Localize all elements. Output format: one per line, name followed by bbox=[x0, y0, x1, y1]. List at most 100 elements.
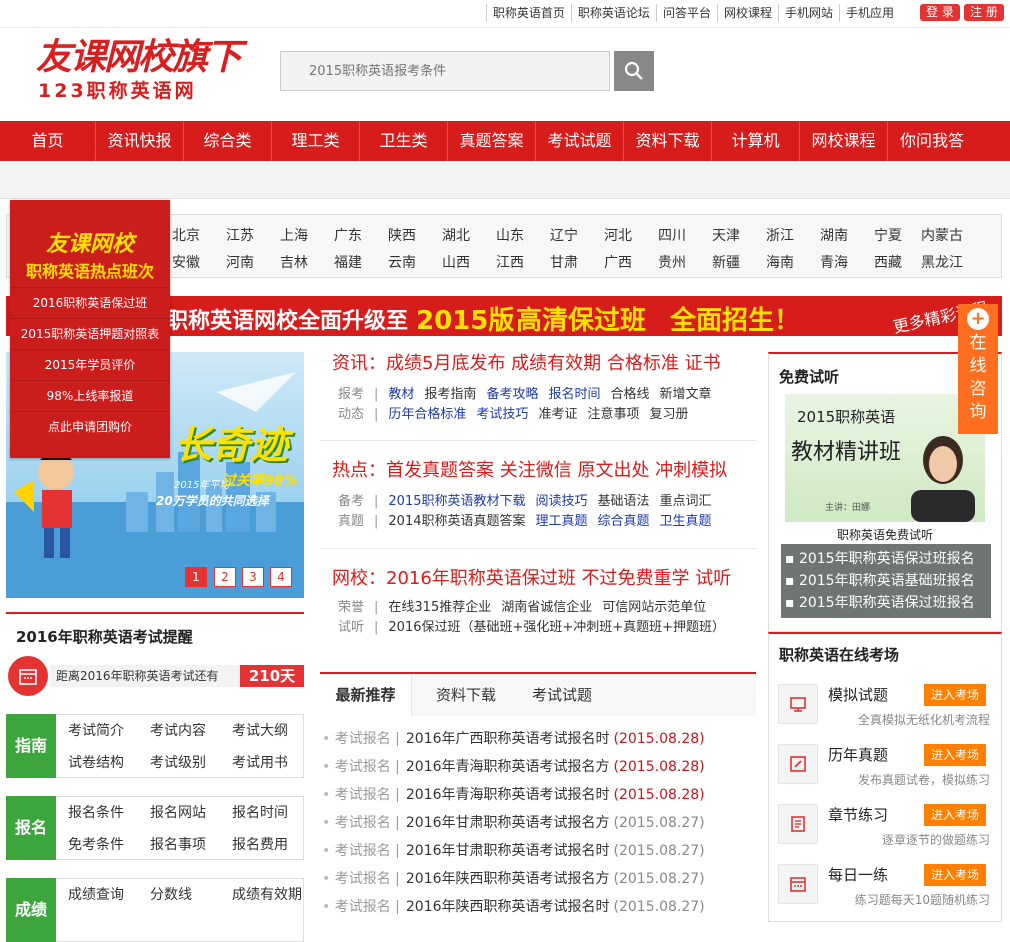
list-item-title[interactable]: 2016年甘肃职称英语考试报名时 bbox=[406, 843, 610, 859]
region-link[interactable]: 海南 bbox=[753, 252, 807, 272]
guide-link[interactable]: 考试用书 bbox=[232, 752, 288, 772]
guide-link[interactable]: 考试级别 bbox=[150, 752, 206, 772]
list-item-title[interactable]: 2016年青海职称英语考试报名时 bbox=[406, 787, 610, 803]
guide-link[interactable]: 考试简介 bbox=[68, 720, 124, 740]
region-link[interactable]: 云南 bbox=[375, 252, 429, 272]
region-link[interactable]: 新疆 bbox=[699, 252, 753, 272]
exam-item-title[interactable]: 模拟试题 bbox=[828, 684, 888, 705]
region-link[interactable]: 河南 bbox=[213, 252, 267, 272]
region-link[interactable]: 浙江 bbox=[753, 225, 807, 245]
list-item[interactable]: • 考试报名 | 2016年广西职称英语考试报名时 (2015.08.28) bbox=[322, 725, 752, 753]
region-link[interactable]: 湖北 bbox=[429, 225, 483, 245]
news-tag-link[interactable]: 合格线 bbox=[610, 385, 649, 405]
news-tag-link[interactable]: 基础语法 bbox=[598, 492, 650, 512]
region-link[interactable]: 上海 bbox=[267, 225, 321, 245]
list-item[interactable]: • 考试报名 | 2016年陕西职称英语考试报名时 (2015.08.27) bbox=[322, 893, 752, 921]
top-link-qa[interactable]: 问答平台 bbox=[655, 4, 717, 22]
tab-downloads[interactable]: 资料下载 bbox=[436, 674, 496, 716]
popup-item[interactable]: 2016职称英语保过班 bbox=[10, 287, 170, 318]
list-item[interactable]: • 考试报名 | 2016年青海职称英语考试报名方 (2015.08.28) bbox=[322, 753, 752, 781]
guide-link[interactable]: 报名时间 bbox=[232, 802, 288, 822]
nav-item-computer[interactable]: 计算机 bbox=[712, 121, 800, 161]
tab-exams[interactable]: 考试试题 bbox=[532, 674, 592, 716]
region-link[interactable]: 湖南 bbox=[807, 225, 861, 245]
guide-link[interactable]: 免考条件 bbox=[68, 834, 124, 854]
news-tag-link[interactable]: 湖南省诚信企业 bbox=[501, 598, 592, 618]
news-tag-link[interactable]: 教材 bbox=[388, 385, 414, 405]
nav-item-ask[interactable]: 你问我答 bbox=[888, 121, 976, 161]
region-link[interactable]: 江西 bbox=[483, 252, 537, 272]
login-button[interactable]: 登 录 bbox=[920, 4, 960, 21]
exam-item-title[interactable]: 每日一练 bbox=[828, 864, 888, 885]
news-tag-link[interactable]: 备考攻略 bbox=[486, 385, 538, 405]
region-link[interactable]: 西藏 bbox=[861, 252, 915, 272]
guide-link[interactable]: 考试内容 bbox=[150, 720, 206, 740]
news-tag-link[interactable]: 综合真题 bbox=[598, 512, 650, 532]
popup-item[interactable]: 2015年学员评价 bbox=[10, 349, 170, 380]
nav-item-general[interactable]: 综合类 bbox=[184, 121, 272, 161]
list-item-title[interactable]: 2016年陕西职称英语考试报名方 bbox=[406, 871, 610, 887]
news-section-hot-head[interactable]: 热点：首发真题答案 关注微信 原文出处 冲刺模拟 bbox=[332, 456, 727, 482]
region-link[interactable]: 山西 bbox=[429, 252, 483, 272]
search-button[interactable] bbox=[614, 51, 654, 91]
guide-link[interactable]: 报名费用 bbox=[232, 834, 288, 854]
news-tag-link[interactable]: 可信网站示范单位 bbox=[602, 598, 706, 618]
guide-link[interactable]: 报名条件 bbox=[68, 802, 124, 822]
news-tag-link[interactable]: 新增文章 bbox=[659, 385, 711, 405]
region-link[interactable]: 内蒙古 bbox=[915, 225, 969, 245]
news-tag-link[interactable]: 2016保过班（基础班+强化班+冲刺班+真题班+押题班） bbox=[388, 618, 725, 638]
news-tag-link[interactable]: 2014职称英语真题答案 bbox=[388, 512, 525, 532]
news-tag-link[interactable]: 阅读技巧 bbox=[536, 492, 588, 512]
news-tag-link[interactable]: 历年合格标准 bbox=[388, 405, 466, 425]
region-link[interactable]: 黑龙江 bbox=[915, 252, 969, 272]
region-link[interactable]: 陕西 bbox=[375, 225, 429, 245]
guide-link[interactable]: 成绩有效期 bbox=[232, 884, 302, 904]
region-link[interactable]: 山东 bbox=[483, 225, 537, 245]
list-item-title[interactable]: 2016年青海职称英语考试报名方 bbox=[406, 759, 610, 775]
news-tag-link[interactable]: 准考证 bbox=[538, 405, 577, 425]
slider-dot-1[interactable]: 1 bbox=[185, 567, 207, 587]
top-link-home[interactable]: 职称英语首页 bbox=[485, 4, 571, 22]
nav-item-exams[interactable]: 考试试题 bbox=[536, 121, 624, 161]
nav-item-home[interactable]: 首页 bbox=[0, 121, 96, 161]
list-item[interactable]: • 考试报名 | 2016年青海职称英语考试报名时 (2015.08.28) bbox=[322, 781, 752, 809]
site-logo[interactable]: 友课网校旗下 bbox=[36, 38, 242, 78]
list-item-title[interactable]: 2016年陕西职称英语考试报名时 bbox=[406, 899, 610, 915]
region-link[interactable]: 甘肃 bbox=[537, 252, 591, 272]
enter-exam-button[interactable]: 进入考场 bbox=[924, 864, 986, 886]
list-item-title[interactable]: 2016年广西职称英语考试报名时 bbox=[406, 731, 610, 747]
news-tag-link[interactable]: 重点词汇 bbox=[660, 492, 712, 512]
region-link[interactable]: 福建 bbox=[321, 252, 375, 272]
guide-link[interactable]: 试卷结构 bbox=[68, 752, 124, 772]
nav-item-science[interactable]: 理工类 bbox=[272, 121, 360, 161]
guide-link[interactable]: 报名事项 bbox=[150, 834, 206, 854]
enter-exam-button[interactable]: 进入考场 bbox=[924, 684, 986, 706]
list-item[interactable]: • 考试报名 | 2016年甘肃职称英语考试报名时 (2015.08.27) bbox=[322, 837, 752, 865]
slider-dot-3[interactable]: 3 bbox=[242, 567, 264, 587]
region-link[interactable]: 河北 bbox=[591, 225, 645, 245]
news-tag-link[interactable]: 2015职称英语教材下载 bbox=[388, 492, 525, 512]
online-consult-button[interactable]: + 在 线 咨 询 bbox=[958, 304, 998, 434]
region-link[interactable]: 江苏 bbox=[213, 225, 267, 245]
guide-link[interactable]: 考试大纲 bbox=[232, 720, 288, 740]
news-tag-link[interactable]: 复习册 bbox=[649, 405, 688, 425]
guide-link[interactable]: 报名网站 bbox=[150, 802, 206, 822]
region-link[interactable]: 四川 bbox=[645, 225, 699, 245]
free-link[interactable]: ▪ 2015年职称英语保过班报名 bbox=[781, 592, 991, 614]
nav-item-answers[interactable]: 真题答案 bbox=[448, 121, 536, 161]
region-link[interactable]: 贵州 bbox=[645, 252, 699, 272]
news-tag-link[interactable]: 注意事项 bbox=[587, 405, 639, 425]
news-tag-link[interactable]: 理工真题 bbox=[536, 512, 588, 532]
top-link-mobile-app[interactable]: 手机应用 bbox=[838, 4, 900, 22]
news-tag-link[interactable]: 卫生真题 bbox=[660, 512, 712, 532]
video-thumbnail[interactable]: 2015职称英语 教材精讲班 主讲：田娜 bbox=[785, 394, 985, 522]
news-section-school-head[interactable]: 网校：2016年职称英语保过班 不过免费重学 试听 bbox=[332, 564, 731, 590]
tab-latest[interactable]: 最新推荐 bbox=[320, 674, 412, 716]
free-link[interactable]: ▪ 2015年职称英语基础班报名 bbox=[781, 570, 991, 592]
slider-dot-4[interactable]: 4 bbox=[270, 567, 292, 587]
news-tag-link[interactable]: 报考指南 bbox=[424, 385, 476, 405]
news-tag-link[interactable]: 在线315推荐企业 bbox=[388, 598, 491, 618]
region-link[interactable]: 广西 bbox=[591, 252, 645, 272]
free-link[interactable]: ▪ 2015年职称英语保过班报名 bbox=[781, 548, 991, 570]
exam-item-title[interactable]: 历年真题 bbox=[828, 744, 888, 765]
